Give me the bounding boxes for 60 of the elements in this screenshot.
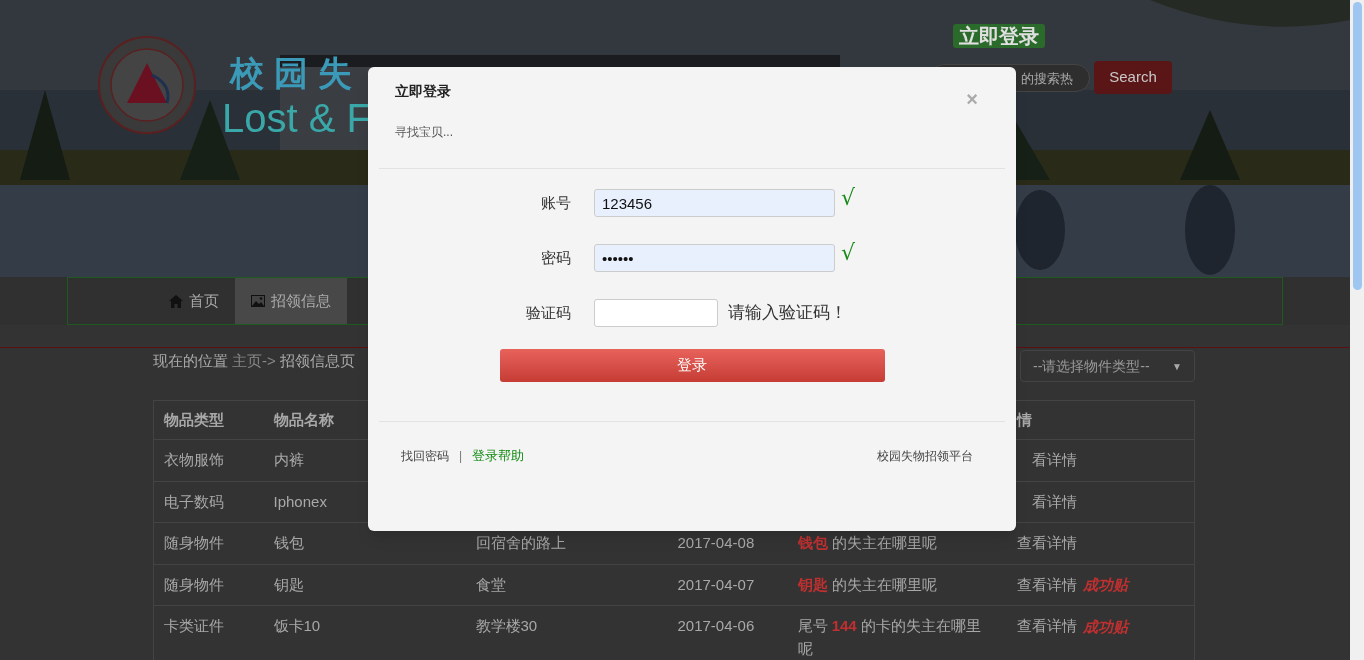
home-icon xyxy=(169,294,183,308)
field-label: 验证码 xyxy=(525,302,571,323)
table-cell: 2017-04-07 xyxy=(677,575,755,593)
table-cell: Iphonex xyxy=(273,492,327,510)
field-label: 密码 xyxy=(540,247,571,268)
emblem-icon xyxy=(97,35,197,135)
footer-link[interactable]: 找回密码 xyxy=(401,446,449,465)
nav-link[interactable]: 首页 xyxy=(153,278,235,324)
nav-link[interactable]: 招领信息 xyxy=(235,278,347,324)
image-icon xyxy=(251,295,265,307)
login-button[interactable]: 立即登录 xyxy=(953,24,1045,48)
separator: | xyxy=(459,447,463,465)
breadcrumb-label: 现在的位置 xyxy=(153,351,228,371)
site-subtitle: Lost & F xyxy=(222,95,371,142)
table-cell: 随身物件 xyxy=(164,534,224,551)
table-cell: 卡类证件 xyxy=(164,617,224,634)
table-cell: 回宿舍的路上 xyxy=(475,534,566,551)
footer-link[interactable]: 登录帮助 xyxy=(472,446,525,466)
column-header: 物品类型 xyxy=(164,410,224,428)
column-header: 情 xyxy=(1016,410,1032,428)
table-cell: 随身物件 xyxy=(164,575,224,593)
field-label: 账号 xyxy=(540,192,571,213)
details-link[interactable]: 看详情 xyxy=(1031,449,1077,472)
table-cell: 食堂 xyxy=(475,575,506,593)
details-link[interactable]: 查看详情 xyxy=(1016,573,1077,596)
login-button[interactable]: 登录 xyxy=(499,349,885,382)
table-cell: 内裤 xyxy=(273,451,304,468)
details-link[interactable]: 查看详情 xyxy=(1016,615,1077,638)
success-tag: 成功贴 xyxy=(1082,574,1128,597)
valid-mark: √ xyxy=(841,183,856,212)
table-cell: 衣物服饰 xyxy=(164,451,224,468)
breadcrumb-current: 招领信息页 xyxy=(279,351,355,371)
table-cell: 钥匙 的失主在哪里呢 xyxy=(797,575,937,593)
captcha-field[interactable] xyxy=(594,299,718,327)
table-cell: 钱包 xyxy=(273,534,304,551)
platform-name: 校园失物招领平台 xyxy=(877,447,973,465)
table-cell: 钥匙 xyxy=(273,575,304,593)
breadcrumb-link[interactable]: 主页-> xyxy=(232,350,276,373)
password-field[interactable]: •••••• xyxy=(594,244,835,272)
table-cell: 尾号 144 的卡的失主在哪里呢 xyxy=(797,617,981,657)
table-cell: 教学楼30 xyxy=(475,617,538,634)
captcha-message: 请输入验证码！ xyxy=(728,302,847,325)
account-field[interactable]: 123456 xyxy=(594,189,835,217)
scrollbar[interactable] xyxy=(1350,0,1364,660)
site-title: 校园失 xyxy=(230,52,362,95)
table-cell: 钱包 的失主在哪里呢 xyxy=(797,534,937,551)
type-select[interactable]: --请选择物件类型-- ▼ xyxy=(1020,350,1195,382)
search-button[interactable]: Search xyxy=(1094,61,1172,94)
dialog-subtitle: 寻找宝贝... xyxy=(395,124,453,141)
success-tag: 成功贴 xyxy=(1082,615,1128,638)
valid-mark: √ xyxy=(841,238,856,267)
column-header: 物品名称 xyxy=(273,410,334,428)
table-cell: 2017-04-06 xyxy=(677,617,755,634)
table-cell: 2017-04-08 xyxy=(677,534,755,551)
table-cell: 电子数码 xyxy=(164,492,224,510)
details-link[interactable]: 看详情 xyxy=(1031,490,1077,513)
caret-icon: ▼ xyxy=(1172,358,1182,374)
details-link[interactable]: 查看详情 xyxy=(1016,532,1077,555)
table-cell: 饭卡10 xyxy=(273,617,321,634)
dialog-title: 立即登录 xyxy=(395,82,451,101)
